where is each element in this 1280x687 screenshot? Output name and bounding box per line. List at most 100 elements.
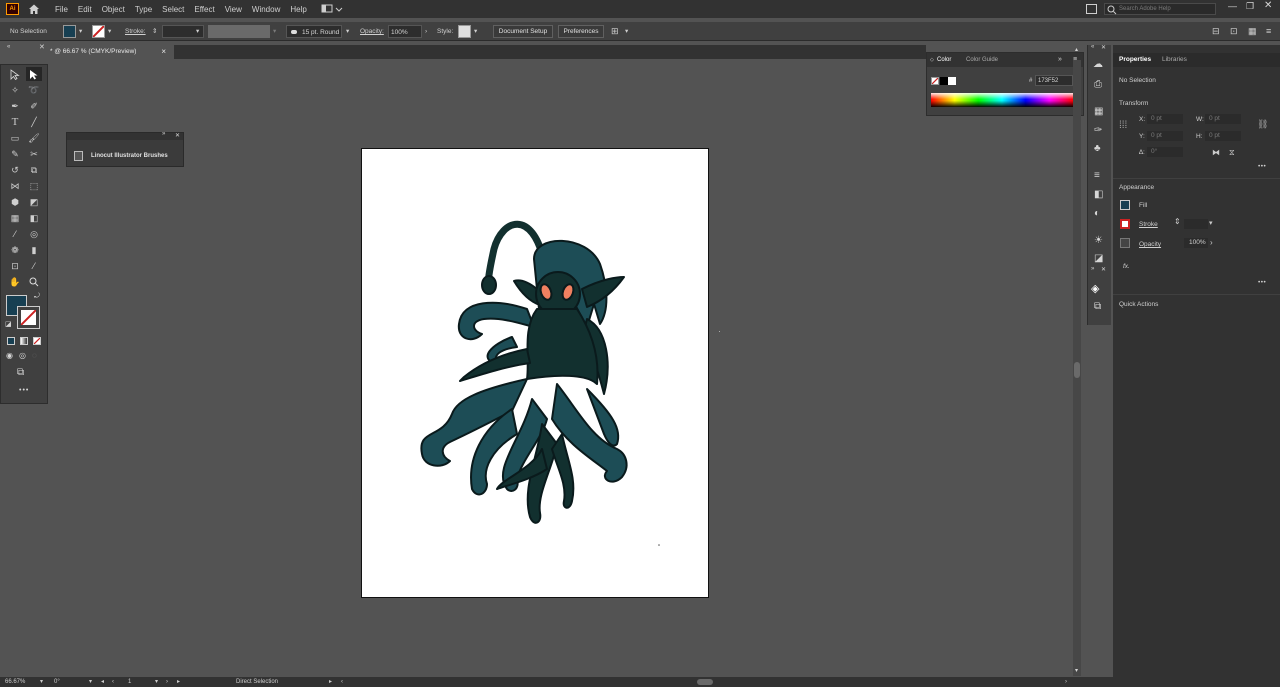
stroke-weight-dropdown-icon[interactable]: ▾ [196,25,199,38]
strip-expand-icon[interactable]: « [1091,44,1094,50]
minimize-button[interactable]: — [1228,1,1237,11]
rotation-value[interactable]: 0° [54,677,60,687]
profile-dropdown-icon[interactable]: ▾ [273,25,276,38]
appearance-more-button[interactable]: ••• [1258,279,1266,286]
tab-color-guide[interactable]: Color Guide [966,57,998,63]
w-field[interactable]: 0 pt [1205,114,1241,124]
first-artboard-icon[interactable]: ◂ [101,677,104,687]
paintbrush-tool-icon[interactable]: 🖌 [26,131,42,145]
mesh-tool-icon[interactable]: ▦ [7,211,23,225]
selection-tool-icon[interactable] [7,67,23,81]
artboards-icon[interactable]: ⧉ [1094,301,1101,312]
blend-tool-icon[interactable]: ◎ [26,227,42,241]
free-transform-tool-icon[interactable]: ⬚ [26,179,42,193]
zoom-level[interactable]: 66.67% [5,677,25,687]
asset-export-icon[interactable]: ⎙ [1094,79,1102,90]
appearance-opacity-field[interactable]: 100% [1184,238,1208,248]
stroke-color-box[interactable] [17,306,40,329]
align-icon[interactable]: ⊟ [1212,25,1220,38]
vertical-scrollbar[interactable] [1073,60,1081,676]
flip-horizontal-icon[interactable]: ⧓ [1212,148,1220,157]
status-menu-icon[interactable]: ▸ [329,677,332,687]
control-menu-icon[interactable]: ≡ [1266,25,1271,38]
appearance-stroke-label[interactable]: Stroke [1139,221,1158,228]
search-box[interactable]: Search Adobe Help [1104,3,1216,15]
gradient-mode-button[interactable] [20,337,28,345]
fill-dropdown-icon[interactable]: ▾ [79,25,82,38]
type-tool-icon[interactable]: T [7,115,23,129]
menu-file[interactable]: File [55,5,68,14]
isolate-icon[interactable]: ▦ [1248,25,1257,38]
arrange-dropdown-icon[interactable]: ▾ [625,25,628,38]
direct-selection-tool-icon[interactable] [26,67,42,81]
transform-more-button[interactable]: ••• [1258,163,1266,170]
slice-tool-icon[interactable]: ⁄ [26,259,42,273]
document-setup-button[interactable]: Document Setup [493,25,553,38]
black-swatch[interactable] [940,77,948,85]
brush-dropdown-icon[interactable]: ▾ [346,25,349,38]
cc-libraries-icon[interactable]: ☁ [1093,59,1103,70]
artboard-dropdown-icon[interactable]: ▾ [155,677,158,687]
hex-input[interactable]: 173F52 [1035,75,1073,86]
menu-select[interactable]: Select [162,5,184,14]
strip2-close-icon[interactable]: ✕ [1101,266,1106,273]
workspace-layout-icon[interactable] [321,4,343,14]
shaper-tool-icon[interactable]: ✎ [7,147,23,161]
stroke-swatch[interactable] [92,25,105,38]
curvature-tool-icon[interactable]: ✐ [26,99,42,113]
gradient-tool-icon[interactable]: ◧ [26,211,42,225]
swap-fill-stroke-icon[interactable]: ⤾ [34,293,40,301]
arrange-icon[interactable]: ⊞ [611,25,619,38]
reference-point-icon[interactable]: ⁞⁞⁞ [1119,120,1127,131]
edit-toolbar-icon[interactable]: ••• [19,387,29,394]
appearance-opacity-label[interactable]: Opacity [1139,241,1161,248]
scissors-tool-icon[interactable]: ✂ [26,147,42,161]
close-tab-button[interactable]: × [161,45,166,59]
live-paint-tool-icon[interactable]: ◩ [26,195,42,209]
menu-effect[interactable]: Effect [194,5,214,14]
symbols-icon[interactable]: ♣ [1094,143,1101,154]
scale-tool-icon[interactable]: ⧉ [26,163,42,177]
constrain-proportions-icon[interactable]: ⛓ [1257,119,1268,130]
scroll-down-icon[interactable]: ▾ [1075,667,1078,674]
restore-button[interactable]: ❐ [1246,1,1254,12]
screen-mode-icon[interactable]: ⧉ [17,367,24,378]
strip-close-icon[interactable]: ✕ [1101,44,1106,51]
scroll-left-icon[interactable]: ‹ [341,677,343,687]
arrange-documents-icon[interactable] [1086,4,1097,14]
rotate-tool-icon[interactable]: ↺ [7,163,23,177]
kraken-illustration[interactable] [362,149,710,599]
current-tool-status[interactable]: Direct Selection [236,677,278,687]
appearance-stroke-dropdown-icon[interactable]: ▾ [1209,219,1213,227]
menu-object[interactable]: Object [102,5,125,14]
color-panel-expand-icon[interactable]: » [1058,56,1062,63]
document-tab[interactable]: * @ 66.67 % (CMYK/Preview) × [48,45,174,59]
symbol-sprayer-tool-icon[interactable]: ❁ [7,243,23,257]
opacity-arrow-icon[interactable]: › [425,25,427,38]
magic-wand-tool-icon[interactable]: ✧ [7,83,23,97]
none-mode-button[interactable] [33,337,41,345]
layers-icon[interactable]: ◈ [1091,282,1099,295]
style-dropdown-icon[interactable]: ▾ [474,25,477,38]
opacity-arrow-icon[interactable]: › [1210,238,1213,247]
zoom-dropdown-icon[interactable]: ▾ [40,677,43,687]
menu-type[interactable]: Type [135,5,152,14]
artboard-number[interactable]: 1 [128,677,131,687]
gradient-panel-icon[interactable]: ◧ [1094,189,1103,200]
artboard-tool-icon[interactable]: ⊡ [7,259,23,273]
width-tool-icon[interactable]: ⋈ [7,179,23,193]
draw-normal-icon[interactable]: ◉ [6,351,13,360]
fx-icon[interactable]: fx. [1123,263,1130,270]
menu-help[interactable]: Help [290,5,306,14]
opacity-field[interactable]: 100% [388,25,422,38]
stroke-weight-stepper[interactable]: ⇕ [152,25,157,38]
artboard[interactable] [361,148,709,598]
menu-window[interactable]: Window [252,5,280,14]
flip-vertical-icon[interactable]: ⧖ [1229,148,1235,158]
home-icon[interactable] [28,3,40,15]
none-color-swatch[interactable] [931,77,939,85]
default-fill-stroke-icon[interactable]: ◪ [5,320,12,328]
close-window-button[interactable]: ✕ [1264,0,1272,11]
hand-tool-icon[interactable]: ✋ [7,275,23,289]
horizontal-scroll-thumb[interactable] [697,679,713,685]
